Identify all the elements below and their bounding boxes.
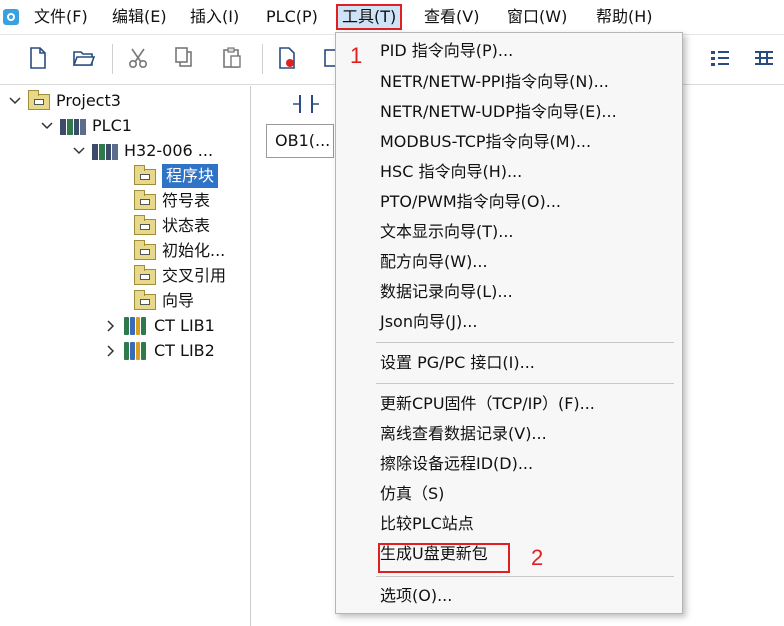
- new-file-icon[interactable]: [24, 44, 52, 72]
- menu-help[interactable]: 帮助(H): [592, 6, 657, 28]
- tree-item-label: Project3: [56, 91, 121, 110]
- menu-separator: [376, 576, 674, 577]
- tree-item-project[interactable]: Project3: [8, 89, 121, 113]
- menu-item-simulation[interactable]: 仿真（S): [380, 480, 444, 508]
- menu-edit[interactable]: 编辑(E): [108, 6, 171, 28]
- step-1-annotation: 1: [350, 43, 363, 68]
- tree-item-plc[interactable]: PLC1: [40, 114, 132, 138]
- menu-item-data-log-wizard[interactable]: 数据记录向导(L)...: [380, 278, 513, 306]
- menu-item-compare-plc[interactable]: 比较PLC站点: [380, 510, 474, 538]
- program-block-icon: [134, 165, 156, 185]
- menu-plc[interactable]: PLC(P): [262, 6, 322, 28]
- menu-tools[interactable]: 工具(T): [335, 4, 403, 30]
- copy-icon[interactable]: [170, 44, 198, 72]
- menu-insert[interactable]: 插入(I): [186, 6, 243, 28]
- step-2-annotation: 2: [531, 545, 544, 570]
- paste-icon[interactable]: [218, 44, 246, 72]
- project-folder-icon: [28, 90, 50, 110]
- ladder-contact-icon[interactable]: [292, 92, 320, 120]
- tools-dropdown-menu: PID 指令向导(P)... NETR/NETW-PPI指令向导(N)... N…: [335, 32, 683, 614]
- init-icon: [134, 240, 156, 260]
- menu-window[interactable]: 窗口(W): [503, 6, 571, 28]
- tree-item-symbol-table[interactable]: 符号表: [134, 189, 210, 213]
- tree-item-label: CT LIB1: [154, 316, 215, 335]
- menu-bar: 文件(F) 编辑(E) 插入(I) PLC(P) 工具(T) 查看(V) 窗口(…: [0, 0, 784, 35]
- tree-item-label: 状态表: [162, 216, 211, 235]
- grid-large-icon[interactable]: [750, 44, 778, 72]
- library-icon: [124, 317, 146, 335]
- tree-item-lib2[interactable]: CT LIB2: [104, 339, 215, 363]
- menu-item-set-pgpc-interface[interactable]: 设置 PG/PC 接口(I)...: [380, 349, 535, 377]
- tree-item-label: 程序块: [162, 164, 219, 188]
- symbol-table-icon: [134, 190, 156, 210]
- library-icon: [124, 342, 146, 360]
- menu-item-netr-ppi-wizard[interactable]: NETR/NETW-PPI指令向导(N)...: [380, 68, 609, 96]
- tree-item-label: 初始化...: [162, 241, 226, 260]
- tree-item-status-table[interactable]: 状态表: [134, 214, 210, 238]
- menu-item-hsc-wizard[interactable]: HSC 指令向导(H)...: [380, 158, 522, 186]
- ob1-tab[interactable]: OB1(...: [266, 124, 334, 158]
- tree-item-device[interactable]: H32-006 ...: [72, 139, 213, 163]
- tree-item-program-block[interactable]: 程序块: [134, 164, 219, 188]
- wizard-icon: [134, 290, 156, 310]
- app-logo-icon: [3, 9, 19, 25]
- tree-item-label: H32-006 ...: [124, 141, 214, 160]
- tree-item-label: PLC1: [92, 116, 132, 135]
- menu-item-netr-udp-wizard[interactable]: NETR/NETW-UDP指令向导(E)...: [380, 98, 617, 126]
- project-tree: Project3 PLC1 H32-006 ... 程序块 符号表 状态表 初始…: [0, 86, 251, 626]
- menu-item-generate-usb-update[interactable]: 生成U盘更新包: [380, 540, 488, 568]
- tree-item-label: 交叉引用: [162, 266, 227, 285]
- cpu-icon: [92, 144, 118, 160]
- menu-item-recipe-wizard[interactable]: 配方向导(W)...: [380, 248, 488, 276]
- menu-item-erase-remote-id[interactable]: 擦除设备远程ID(D)...: [380, 450, 533, 478]
- cut-icon[interactable]: [124, 44, 152, 72]
- tree-item-init[interactable]: 初始化...: [134, 239, 225, 263]
- chevron-down-icon[interactable]: [8, 89, 22, 113]
- menu-item-pto-pwm-wizard[interactable]: PTO/PWM指令向导(O)...: [380, 188, 561, 216]
- tree-item-label: 符号表: [162, 191, 211, 210]
- menu-separator: [376, 383, 674, 384]
- menu-separator: [376, 342, 674, 343]
- tree-item-label: 向导: [162, 291, 195, 310]
- cross-reference-icon: [134, 265, 156, 285]
- menu-item-text-display-wizard[interactable]: 文本显示向导(T)...: [380, 218, 514, 246]
- menu-item-update-cpu-firmware[interactable]: 更新CPU固件（TCP/IP）(F)...: [380, 390, 595, 418]
- chevron-down-icon[interactable]: [72, 139, 86, 163]
- tree-item-label: CT LIB2: [154, 341, 215, 360]
- menu-item-pid-wizard[interactable]: PID 指令向导(P)...: [380, 37, 513, 65]
- status-table-icon: [134, 215, 156, 235]
- tree-item-lib1[interactable]: CT LIB1: [104, 314, 215, 338]
- chevron-right-icon[interactable]: [104, 314, 118, 338]
- menu-view[interactable]: 查看(V): [420, 6, 483, 28]
- tree-item-cross-ref[interactable]: 交叉引用: [134, 264, 226, 288]
- menu-file[interactable]: 文件(F): [30, 6, 92, 28]
- plc-icon: [60, 119, 86, 135]
- open-folder-icon[interactable]: [70, 44, 98, 72]
- chevron-right-icon[interactable]: [104, 339, 118, 363]
- menu-item-offline-data-log[interactable]: 离线查看数据记录(V)...: [380, 420, 547, 448]
- menu-item-options[interactable]: 选项(O)...: [380, 582, 452, 610]
- document-remove-icon[interactable]: [274, 44, 302, 72]
- chevron-down-icon[interactable]: [40, 114, 54, 138]
- grid-small-icon[interactable]: [706, 44, 734, 72]
- menu-item-modbus-tcp-wizard[interactable]: MODBUS-TCP指令向导(M)...: [380, 128, 591, 156]
- tree-item-wizard[interactable]: 向导: [134, 289, 194, 313]
- menu-item-json-wizard[interactable]: Json向导(J)...: [380, 308, 477, 336]
